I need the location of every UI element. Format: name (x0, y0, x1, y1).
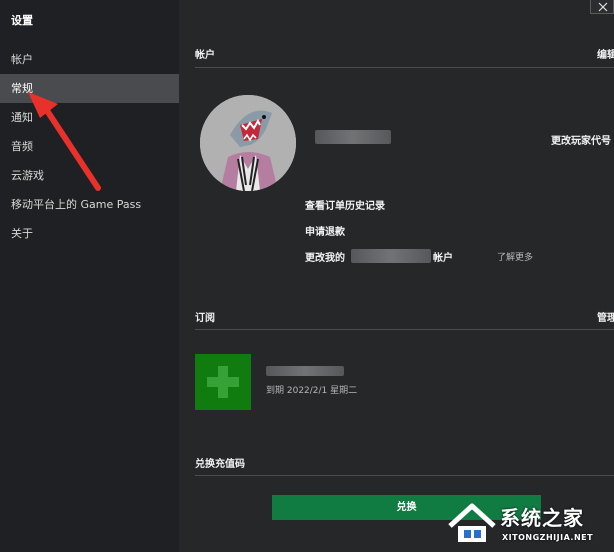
redeem-section-title: 兑换充值码 (195, 459, 245, 470)
subscription-name-redacted (266, 366, 344, 376)
edit-button[interactable]: 编辑 (597, 46, 614, 61)
sidebar-item-mobile-game-pass[interactable]: 移动平台上的 Game Pass (0, 190, 179, 219)
account-divider (195, 67, 614, 68)
manage-button[interactable]: 管理 (597, 309, 614, 324)
sidebar-item-cloud-gaming[interactable]: 云游戏 (0, 161, 179, 190)
sidebar-item-audio[interactable]: 音频 (0, 132, 179, 161)
sidebar-title: 设置 (11, 14, 33, 27)
watermark-brand: 系统之家 (500, 506, 584, 530)
account-name-redacted (351, 249, 431, 263)
learn-more-link[interactable]: 了解更多 (497, 250, 533, 263)
sidebar-nav: 帐户 常规 通知 音频 云游戏 移动平台上的 Game Pass 关于 (0, 45, 179, 248)
shark-avatar[interactable] (200, 95, 296, 191)
sidebar-item-account[interactable]: 帐户 (0, 45, 179, 74)
game-pass-icon (195, 354, 251, 410)
house-logo-icon (448, 503, 496, 542)
redeem-divider (195, 475, 614, 476)
sidebar-item-about[interactable]: 关于 (0, 219, 179, 248)
subscription-expiry: 到期 2022/2/1 星期二 (266, 386, 358, 396)
request-refund-link[interactable]: 申请退款 (305, 223, 345, 238)
change-gamertag-link[interactable]: 更改玩家代号 (551, 132, 611, 147)
subscription-divider (195, 329, 614, 330)
gamertag-redacted (315, 130, 391, 144)
account-section-title: 帐户 (195, 50, 215, 61)
subscription-section-title: 订阅 (195, 313, 215, 324)
close-button[interactable] (590, 0, 614, 14)
watermark: 系统之家 XITONGZHIJIA.NET (440, 498, 614, 552)
settings-sidebar: 设置 帐户 常规 通知 音频 云游戏 移动平台上的 Game Pass 关于 (0, 0, 179, 552)
sidebar-item-notifications[interactable]: 通知 (0, 103, 179, 132)
close-icon (598, 2, 608, 12)
watermark-site: XITONGZHIJIA.NET (502, 533, 594, 542)
sidebar-item-general[interactable]: 常规 (0, 74, 179, 103)
change-account-suffix[interactable]: 帐户 (433, 249, 453, 264)
order-history-link[interactable]: 查看订单历史记录 (305, 197, 385, 212)
settings-main: 帐户 编辑 更改玩家代号 查看订单历史记录 申请退款 更改我的 帐户 了解更多 … (179, 0, 614, 552)
change-account-prefix[interactable]: 更改我的 (305, 249, 345, 264)
